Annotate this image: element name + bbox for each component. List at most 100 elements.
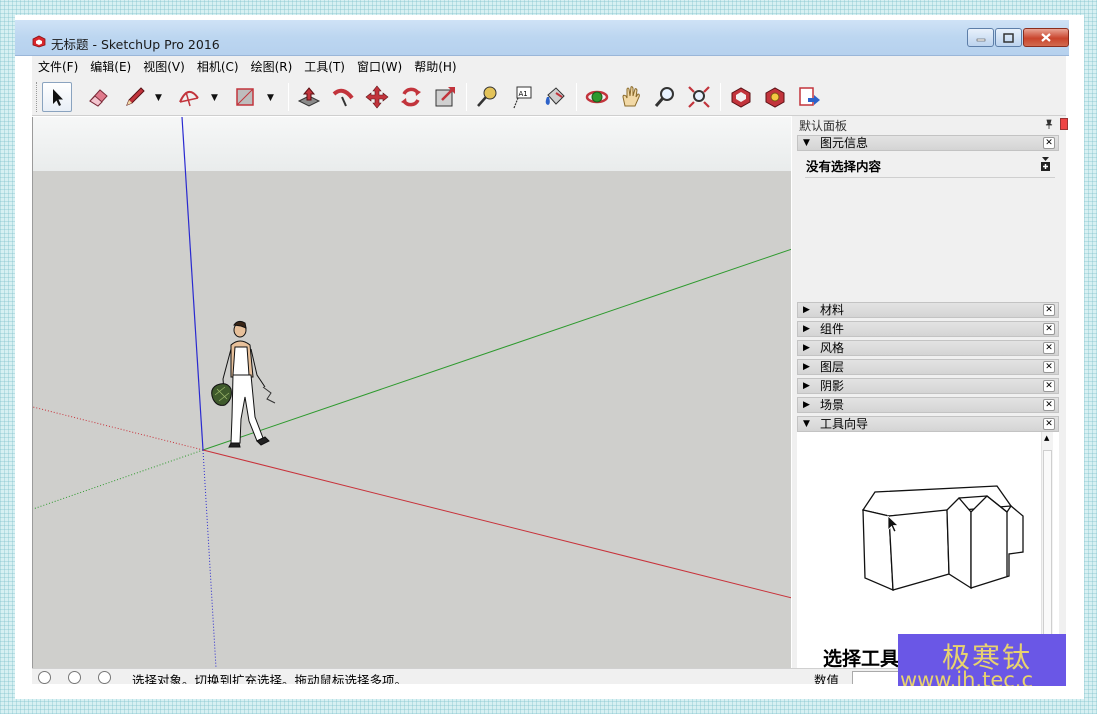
close-button[interactable]	[1023, 28, 1069, 47]
menu-camera[interactable]: 相机(C)	[191, 58, 245, 75]
scroll-thumb[interactable]	[1043, 450, 1052, 650]
select-arrow-icon	[53, 89, 63, 106]
follow-me-tool-button[interactable]	[328, 82, 358, 112]
panel-components-header[interactable]: ▶ 组件 ✕	[797, 321, 1059, 337]
drawing-area-viewport[interactable]	[32, 117, 791, 668]
arc-dropdown-icon[interactable]: ▼	[211, 93, 218, 103]
line-tool-button[interactable]	[120, 82, 150, 112]
scroll-up-icon[interactable]: ▲	[1044, 434, 1049, 442]
zoom-extents-icon	[688, 86, 710, 108]
eraser-icon	[89, 89, 108, 107]
pan-tool-button[interactable]	[616, 82, 646, 112]
close-icon[interactable]: ✕	[1043, 380, 1055, 392]
panel-styles-header[interactable]: ▶ 风格 ✕	[797, 340, 1059, 356]
model-scene[interactable]	[33, 117, 791, 668]
extension-warehouse-icon	[765, 87, 785, 108]
minimize-button[interactable]	[967, 28, 994, 47]
toolbar-grip[interactable]	[36, 82, 39, 112]
instructor-scrollbar[interactable]: ▲	[1041, 432, 1053, 668]
close-icon[interactable]: ✕	[1043, 342, 1055, 354]
close-icon[interactable]: ✕	[1043, 323, 1055, 335]
sketchup-logo-icon	[32, 35, 46, 48]
large-toolset-toolbar: ▼ ▼ ▼ A1	[32, 77, 1066, 116]
paint-bucket-tool-button[interactable]	[540, 82, 570, 112]
paint-bucket-icon	[545, 87, 565, 105]
watermark-text-url: www.jh.tec.c	[900, 668, 1034, 686]
pencil-icon	[126, 87, 145, 106]
title-bar[interactable]: 无标题 - SketchUp Pro 2016	[15, 20, 1069, 56]
info-icon[interactable]	[68, 671, 81, 684]
line-dropdown-icon[interactable]: ▼	[155, 93, 162, 103]
pan-hand-icon	[622, 86, 640, 107]
panel-shadows-header[interactable]: ▶ 阴影 ✕	[797, 378, 1059, 394]
zoom-tool-button[interactable]	[650, 82, 680, 112]
panel-layers-label: 图层	[820, 360, 845, 374]
status-hint-text: 选择对象。切换到扩充选择。拖动鼠标选择多项。	[132, 673, 408, 684]
maximize-button[interactable]	[995, 28, 1022, 47]
collapsed-triangle-icon: ▶	[803, 362, 810, 372]
panel-materials-header[interactable]: ▶ 材料 ✕	[797, 302, 1059, 318]
select-tool-button[interactable]	[42, 82, 72, 112]
tape-measure-tool-button[interactable]	[472, 82, 502, 112]
panel-instructor-header[interactable]: ▼ 工具向导 ✕	[797, 416, 1059, 432]
collapsed-triangle-icon: ▶	[803, 381, 810, 391]
text-label-icon: A1	[513, 86, 532, 109]
menu-view[interactable]: 视图(V)	[137, 58, 191, 75]
menu-file[interactable]: 文件(F)	[32, 58, 84, 75]
menu-draw[interactable]: 绘图(R)	[245, 58, 299, 75]
user-icon[interactable]	[98, 671, 111, 684]
extension-warehouse-tool-button[interactable]	[760, 82, 790, 112]
red-axis-positive	[202, 449, 791, 599]
panel-instructor-label: 工具向导	[820, 417, 869, 431]
tray-close-edge[interactable]	[1060, 118, 1068, 130]
panel-materials-label: 材料	[820, 303, 845, 317]
rectangle-icon	[236, 88, 254, 106]
arc-tool-button[interactable]	[174, 82, 204, 112]
follow-me-icon	[332, 88, 354, 107]
arc-icon	[179, 91, 199, 107]
panel-components-label: 组件	[820, 322, 845, 336]
close-icon[interactable]: ✕	[1043, 304, 1055, 316]
collapsed-triangle-icon: ▶	[803, 343, 810, 353]
text-tool-button[interactable]: A1	[506, 82, 536, 112]
measurements-label: 数值	[814, 673, 840, 684]
geo-location-icon[interactable]	[38, 671, 51, 684]
menu-help[interactable]: 帮助(H)	[408, 58, 462, 75]
move-tool-button[interactable]	[362, 82, 392, 112]
menu-tools[interactable]: 工具(T)	[298, 58, 351, 75]
toggle-details-icon[interactable]	[1040, 156, 1051, 172]
push-pull-tool-button[interactable]	[294, 82, 324, 112]
text-tool-glyph: A1	[519, 90, 528, 98]
close-icon[interactable]: ✕	[1043, 361, 1055, 373]
menu-edit[interactable]: 编辑(E)	[84, 58, 137, 75]
minimize-icon	[976, 38, 985, 41]
blue-axis-positive	[181, 117, 204, 451]
close-icon[interactable]: ✕	[1043, 418, 1055, 430]
close-icon[interactable]: ✕	[1043, 399, 1055, 411]
pin-icon[interactable]	[1044, 119, 1054, 129]
push-pull-icon	[297, 87, 321, 107]
panel-entity-info-label: 图元信息	[820, 136, 869, 150]
zoom-extents-tool-button[interactable]	[684, 82, 714, 112]
scale-tool-button[interactable]	[430, 82, 460, 112]
menu-bar: 文件(F) 编辑(E) 视图(V) 相机(C) 绘图(R) 工具(T) 窗口(W…	[32, 56, 1066, 77]
rectangle-tool-button[interactable]	[230, 82, 260, 112]
watermark-logo: 极寒钛 www.jh.tec.c	[898, 634, 1066, 686]
send-to-layout-tool-button[interactable]	[794, 82, 824, 112]
panel-styles-label: 风格	[820, 341, 845, 355]
orbit-tool-button[interactable]	[582, 82, 612, 112]
collapsed-triangle-icon: ▶	[803, 324, 810, 334]
move-icon	[365, 85, 389, 109]
close-icon[interactable]: ✕	[1043, 137, 1055, 149]
3d-warehouse-tool-button[interactable]	[726, 82, 756, 112]
menu-window[interactable]: 窗口(W)	[351, 58, 408, 75]
rotate-tool-button[interactable]	[396, 82, 426, 112]
panel-scenes-header[interactable]: ▶ 场景 ✕	[797, 397, 1059, 413]
panel-layers-header[interactable]: ▶ 图层 ✕	[797, 359, 1059, 375]
blue-axis-negative	[202, 449, 217, 668]
panel-entity-info-header[interactable]: ▼ 图元信息 ✕	[797, 135, 1059, 151]
rectangle-dropdown-icon[interactable]: ▼	[267, 93, 274, 103]
expanded-triangle-icon: ▼	[803, 419, 810, 429]
window-title: 无标题 - SketchUp Pro 2016	[51, 37, 220, 52]
eraser-tool-button[interactable]	[84, 82, 114, 112]
